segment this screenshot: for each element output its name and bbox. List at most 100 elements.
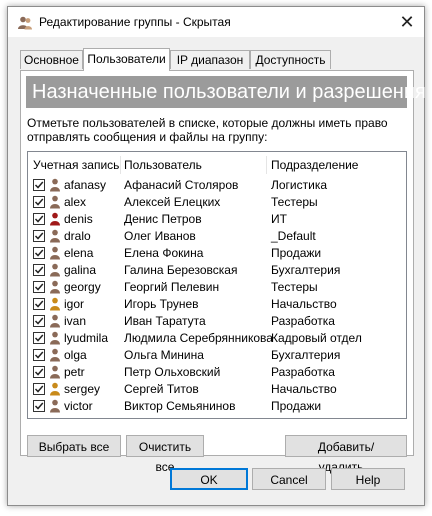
cell-account: petr (64, 365, 85, 379)
user-icon (50, 280, 60, 294)
list-item[interactable]: alex Алексей Елецких Тестеры (28, 194, 406, 211)
row-checkbox[interactable] (33, 230, 45, 242)
user-icon (50, 212, 60, 226)
tab-users[interactable]: Пользователи (83, 48, 170, 71)
list-item[interactable]: igor Игорь Трунев Начальство (28, 296, 406, 313)
cell-department: Кадровый отдел (271, 331, 362, 345)
column-divider[interactable] (120, 156, 121, 174)
checkmark-icon (34, 368, 44, 376)
cell-user: Афанасий Столяров (124, 178, 239, 192)
user-icon (50, 195, 60, 209)
cell-user: Виктор Семьянинов (124, 399, 236, 413)
column-header-account[interactable]: Учетная запись (33, 156, 119, 174)
row-checkbox[interactable] (33, 400, 45, 412)
row-checkbox[interactable] (33, 213, 45, 225)
cell-account: ivan (64, 314, 87, 328)
tab-availability[interactable]: Доступность (250, 50, 331, 69)
users-icon (18, 16, 32, 30)
cell-department: Разработка (271, 314, 335, 328)
user-icon (50, 314, 60, 328)
row-checkbox[interactable] (33, 332, 45, 344)
cell-user: Алексей Елецких (124, 195, 221, 209)
cell-user: Сергей Титов (124, 382, 199, 396)
cell-user: Иван Таратута (124, 314, 206, 328)
checkmark-icon (34, 181, 44, 189)
list-item[interactable]: lyudmila Людмила Серебрянникова Кадровый о… (28, 330, 406, 347)
cell-user: Игорь Трунев (124, 297, 199, 311)
list-item[interactable]: sergey Сергей Титов Начальство (28, 381, 406, 398)
checkmark-icon (34, 317, 44, 325)
cell-account: sergey (64, 382, 101, 396)
checkmark-icon (34, 249, 44, 257)
cell-user: Олег Иванов (124, 229, 196, 243)
row-checkbox[interactable] (33, 264, 45, 276)
tab-users-label: Пользователи (87, 52, 166, 66)
cell-department: Бухгалтерия (271, 348, 341, 362)
tab-ip-range[interactable]: IP диапазон (170, 50, 250, 69)
cell-account: victor (64, 399, 93, 413)
cell-account: denis (64, 212, 93, 226)
list-item[interactable]: afanasy Афанасий Столяров Логистика (28, 177, 406, 194)
cell-account: alex (64, 195, 87, 209)
cell-user: Денис Петров (124, 212, 202, 226)
row-checkbox[interactable] (33, 298, 45, 310)
list-item[interactable]: petr Петр Ольховский Разработка (28, 364, 406, 381)
select-all-button[interactable]: Выбрать все (27, 435, 121, 457)
list-item[interactable]: galina Галина Березовская Бухгалтерия (28, 262, 406, 279)
user-icon (50, 178, 60, 192)
column-divider[interactable] (266, 156, 267, 174)
cell-department: Тестеры (271, 280, 318, 294)
user-icon (50, 348, 60, 362)
cell-user: Ольга Минина (124, 348, 204, 362)
ok-button[interactable]: OK (170, 468, 248, 490)
close-button[interactable]: ✕ (390, 7, 424, 37)
row-checkbox[interactable] (33, 349, 45, 361)
checkmark-icon (34, 351, 44, 359)
user-icon (50, 246, 60, 260)
list-item[interactable]: ivan Иван Таратута Разработка (28, 313, 406, 330)
users-list[interactable]: Учетная запись Пользователь Подразделени… (27, 151, 407, 419)
user-icon (50, 297, 60, 311)
users-tab-panel: Назначенные пользователи и разрешения От… (20, 70, 426, 474)
edit-group-dialog: Редактирование группы - Скрытая ✕ Основн… (7, 6, 426, 506)
row-checkbox[interactable] (33, 281, 45, 293)
cell-account: elena (64, 246, 94, 260)
row-checkbox[interactable] (33, 315, 45, 327)
checkmark-icon (34, 300, 44, 308)
cell-department: Продажи (271, 246, 322, 260)
column-header-department[interactable]: Подразделение (271, 156, 358, 174)
row-checkbox[interactable] (33, 196, 45, 208)
list-item[interactable]: georgy Георгий Пелевин Тестеры (28, 279, 406, 296)
row-checkbox[interactable] (33, 366, 45, 378)
row-checkbox[interactable] (33, 179, 45, 191)
add-remove-button[interactable]: Добавить/удалить... (285, 435, 407, 474)
list-item[interactable]: olga Ольга Минина Бухгалтерия (28, 347, 406, 364)
cell-department: Разработка (271, 365, 335, 379)
row-checkbox[interactable] (33, 247, 45, 259)
close-icon: ✕ (399, 12, 415, 32)
list-item[interactable]: victor Виктор Семьянинов Продажи (28, 398, 406, 415)
tab-general-label: Основное (24, 53, 79, 67)
cell-user: Елена Фокина (124, 246, 204, 260)
row-checkbox[interactable] (33, 383, 45, 395)
user-icon (50, 331, 60, 345)
checkmark-icon (34, 402, 44, 410)
window-title: Редактирование группы - Скрытая (39, 15, 231, 29)
checkmark-icon (34, 266, 44, 274)
checkmark-icon (34, 232, 44, 240)
cell-user: Галина Березовская (124, 263, 238, 277)
list-item[interactable]: denis Денис Петров ИТ (28, 211, 406, 228)
cancel-button[interactable]: Cancel (252, 468, 326, 490)
cell-department: _Default (271, 229, 316, 243)
user-icon (50, 365, 60, 379)
list-item[interactable]: dralo Олег Иванов _Default (28, 228, 406, 245)
list-item[interactable]: elena Елена Фокина Продажи (28, 245, 406, 262)
cell-department: Начальство (271, 382, 337, 396)
help-button[interactable]: Help (331, 468, 405, 490)
checkmark-icon (34, 198, 44, 206)
column-header-user[interactable]: Пользователь (124, 156, 202, 174)
tab-general[interactable]: Основное (20, 50, 83, 69)
clear-all-button[interactable]: Очистить все (126, 435, 204, 474)
user-icon (50, 399, 60, 413)
cell-department: Тестеры (271, 195, 318, 209)
